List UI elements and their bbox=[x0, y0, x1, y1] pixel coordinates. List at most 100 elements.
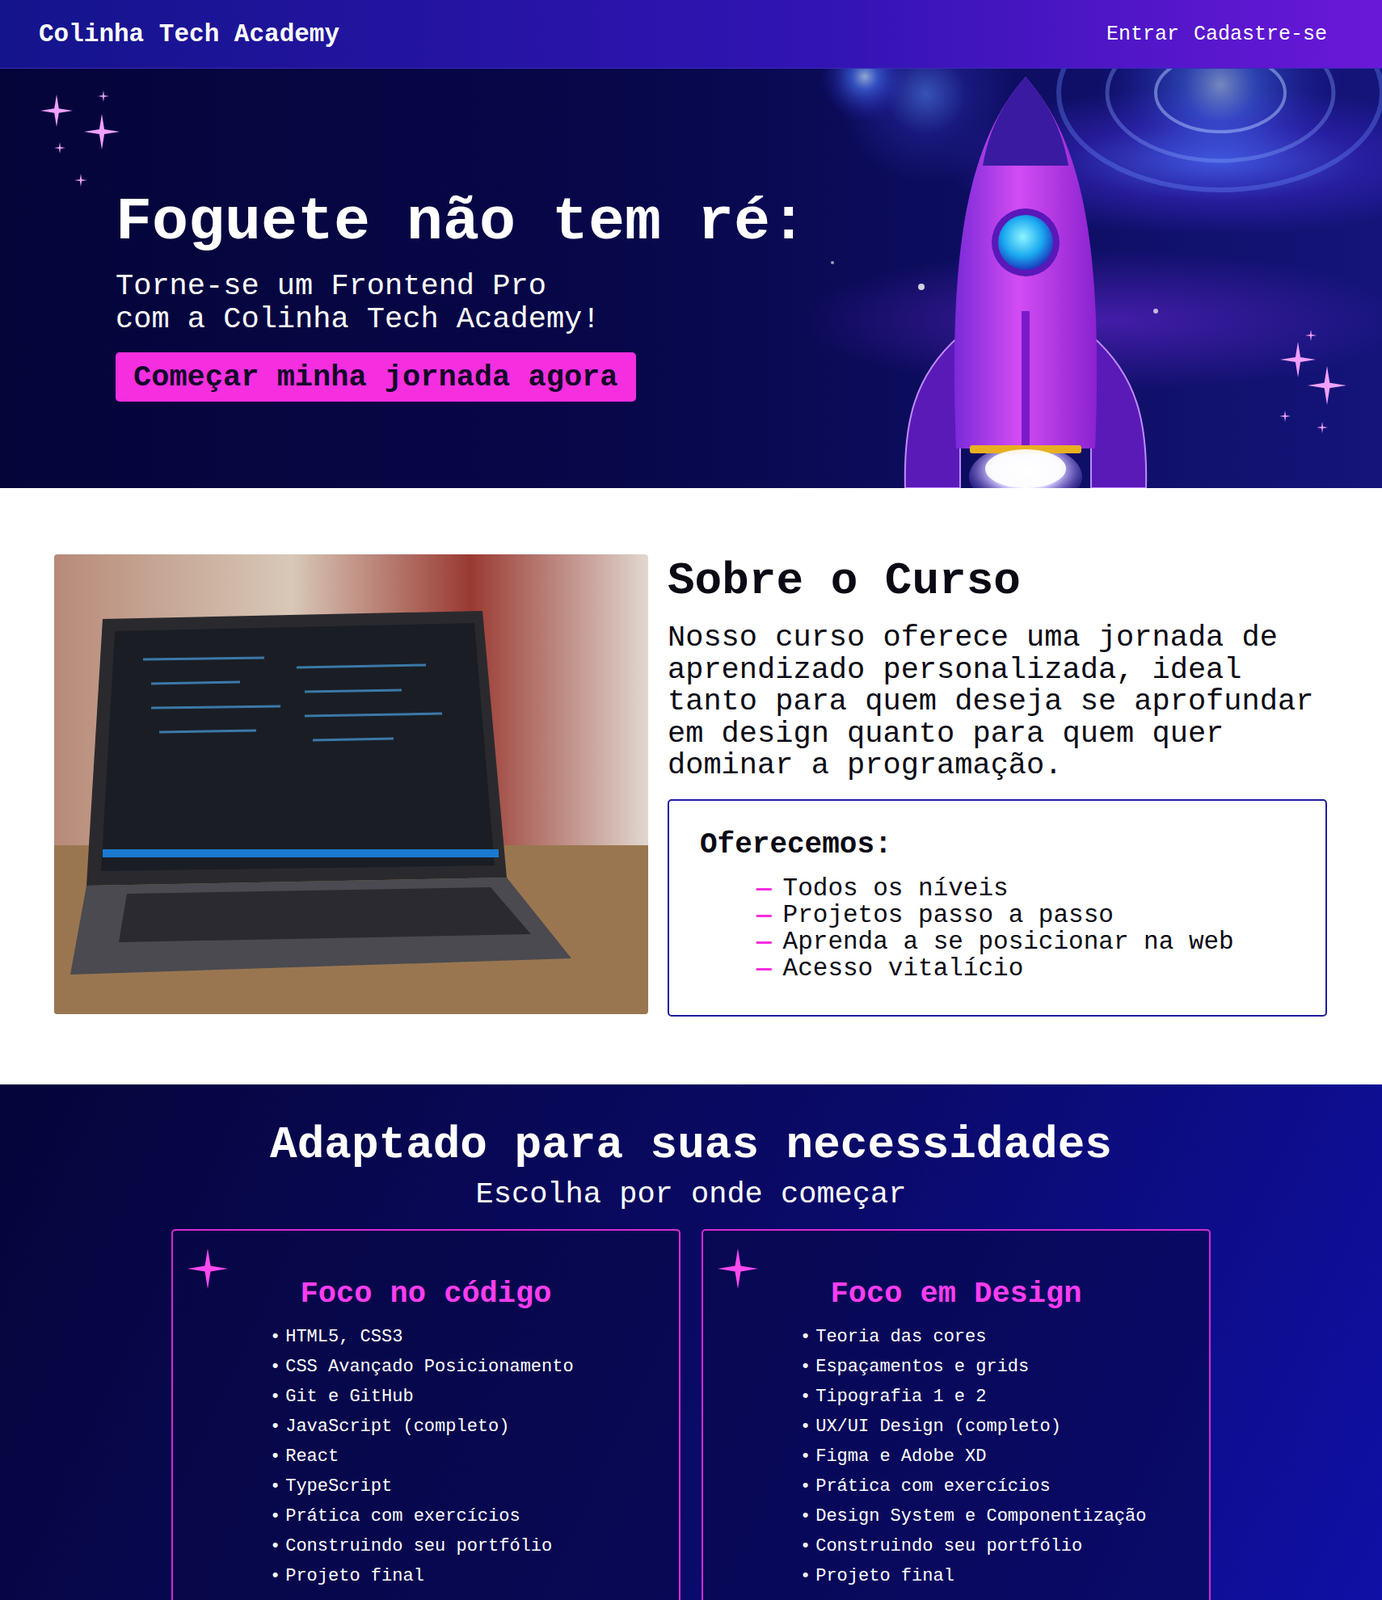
header: Colinha Tech Academy Entrar Cadastre-se bbox=[0, 0, 1382, 69]
card-item: •JavaScript (completo) bbox=[269, 1411, 666, 1442]
offer-item: —Projetos passo a passo bbox=[756, 901, 1310, 929]
track-card: Foco no código•HTML5, CSS3•CSS Avançado … bbox=[171, 1229, 681, 1600]
card-item-text: React bbox=[285, 1441, 339, 1472]
nav-link[interactable]: Cadastre-se bbox=[1193, 22, 1328, 47]
card-item: •Tipografia 1 e 2 bbox=[800, 1382, 1197, 1412]
card-item: •UX/UI Design (completo) bbox=[800, 1411, 1197, 1442]
hero-text: Foguete não tem ré: Torne-se um Frontend … bbox=[115, 189, 817, 402]
sparkle-icon bbox=[97, 90, 110, 102]
card-list: •HTML5, CSS3•CSS Avançado Posicionamento… bbox=[185, 1322, 666, 1592]
card-item: •React bbox=[269, 1441, 666, 1472]
sparkle-icon bbox=[1307, 366, 1347, 405]
card-item-text: UX/UI Design (completo) bbox=[815, 1411, 1062, 1442]
sparkle-icon bbox=[40, 94, 73, 127]
offer-text: Acesso vitalício bbox=[783, 955, 1024, 982]
card-item-text: Prática com exercícios bbox=[285, 1501, 520, 1532]
bullet-icon: • bbox=[800, 1411, 811, 1442]
card-title: Foco em Design bbox=[716, 1275, 1197, 1313]
card-item-text: JavaScript (completo) bbox=[285, 1411, 510, 1442]
card-item-text: CSS Avançado Posicionamento bbox=[285, 1352, 574, 1382]
offers-title: Oferecemos: bbox=[699, 826, 1310, 864]
hero-content: Foguete não tem ré: Torne-se um Frontend … bbox=[0, 68, 817, 489]
card-item-text: Teoria das cores bbox=[815, 1322, 986, 1353]
bullet-icon: • bbox=[800, 1441, 811, 1472]
offer-item: — Aprenda a se posicionar na web bbox=[756, 928, 1310, 956]
card-item-text: Design System e Componentização bbox=[815, 1501, 1147, 1532]
bullet-icon: • bbox=[800, 1561, 811, 1592]
card-item: •Git e GitHub bbox=[269, 1382, 666, 1412]
tracks-section: Adaptado para suas necessidades Escolha p… bbox=[0, 1084, 1382, 1600]
page: Colinha Tech Academy Entrar Cadastre-se Fog… bbox=[0, 0, 1382, 1600]
cta-button[interactable]: Começar minha jornada agora bbox=[115, 352, 637, 402]
bullet-icon: • bbox=[800, 1322, 811, 1353]
offer-text: Aprenda a se posicionar na web bbox=[783, 928, 1235, 956]
card-item: •Design System e Componentização bbox=[800, 1501, 1197, 1532]
card-item: •Projeto final bbox=[800, 1561, 1197, 1592]
card-item-text: Construindo seu portfólio bbox=[815, 1531, 1083, 1562]
card-list: •Teoria das cores•Espaçamentos e grids•T… bbox=[716, 1322, 1197, 1592]
card-item: •HTML5, CSS3 bbox=[269, 1322, 666, 1353]
sparkle-icon bbox=[1316, 421, 1328, 434]
card-item: •Prática com exercícios bbox=[800, 1471, 1197, 1502]
offer-item: — Todos os níveis bbox=[756, 875, 1310, 902]
nav-link[interactable]: Entrar bbox=[1106, 22, 1180, 47]
sparkles-icon bbox=[38, 89, 123, 195]
tracks-subtitle: Escolha por onde começar bbox=[476, 1176, 907, 1213]
sparkle-icon bbox=[1279, 410, 1291, 422]
rocket-icon bbox=[905, 76, 1147, 489]
track-cards: Foco no código•HTML5, CSS3•CSS Avançado … bbox=[171, 1229, 1211, 1600]
track-card: Foco em Design•Teoria das cores•Espaçame… bbox=[701, 1229, 1211, 1600]
rocket-illustration bbox=[816, 68, 1382, 489]
card-item: •Figma e Adobe XD bbox=[800, 1441, 1197, 1472]
subtitle-line: Torne-se um Frontend Pro bbox=[115, 269, 601, 304]
bullet-icon: • bbox=[269, 1382, 281, 1412]
sparkle-icon bbox=[84, 113, 120, 150]
bullet-icon: • bbox=[800, 1382, 811, 1412]
bullet-icon: • bbox=[269, 1471, 281, 1502]
card-title: Foco no código bbox=[185, 1275, 666, 1313]
bullet-icon: • bbox=[269, 1501, 281, 1532]
bullet-icon: • bbox=[269, 1561, 281, 1592]
dash-icon: — bbox=[756, 955, 772, 982]
bullet-icon: • bbox=[800, 1352, 811, 1382]
about-title: Sobre o Curso bbox=[667, 554, 1328, 608]
offers-box: Oferecemos: — Todos os níveis—Projetos pas… bbox=[667, 799, 1328, 1017]
offer-item: — Acesso vitalício bbox=[756, 955, 1310, 982]
bullet-icon: • bbox=[800, 1501, 811, 1532]
card-item-text: Prática com exercícios bbox=[815, 1471, 1050, 1502]
bullet-icon: • bbox=[269, 1441, 281, 1472]
tracks-title: Adaptado para suas necessidades bbox=[269, 1118, 1113, 1172]
bullet-icon: • bbox=[269, 1322, 281, 1353]
sparkle-icon bbox=[74, 173, 88, 187]
card-item: •Espaçamentos e grids bbox=[800, 1352, 1197, 1382]
card-item: •Prática com exercícios bbox=[269, 1501, 666, 1532]
about-content: Sobre o CursoNosso curso oferece uma jor… bbox=[667, 554, 1328, 1017]
nav: Entrar Cadastre-se bbox=[1106, 22, 1328, 47]
card-item: •Teoria das cores bbox=[800, 1322, 1197, 1353]
bullet-icon: • bbox=[800, 1531, 811, 1562]
hero-title: Foguete não tem ré: bbox=[115, 189, 807, 257]
logo[interactable]: Colinha Tech Academy bbox=[38, 20, 340, 49]
bullet-icon: • bbox=[269, 1531, 281, 1562]
bullet-icon: • bbox=[800, 1471, 811, 1502]
dash-icon: — bbox=[756, 928, 772, 956]
sparkle-icon bbox=[1280, 341, 1316, 378]
dash-icon: — bbox=[756, 875, 772, 902]
offer-text: Todos os níveis bbox=[783, 875, 1009, 902]
sparkle-icon bbox=[185, 1247, 230, 1291]
card-item: •Projeto final bbox=[269, 1561, 666, 1592]
about-section: Sobre o CursoNosso curso oferece uma jor… bbox=[0, 488, 1382, 1085]
bullet-icon: • bbox=[269, 1352, 281, 1382]
card-item: •TypeScript bbox=[269, 1471, 666, 1502]
sparkle-icon bbox=[54, 142, 66, 154]
card-item-text: Espaçamentos e grids bbox=[815, 1352, 1029, 1382]
hero: Foguete não tem ré: Torne-se um Frontend … bbox=[0, 68, 1382, 489]
dash-icon: — bbox=[756, 901, 772, 929]
card-item-text: TypeScript bbox=[285, 1471, 392, 1502]
card-item-text: Figma e Adobe XD bbox=[815, 1441, 986, 1472]
hero-subtitle: Torne-se um Frontend Procom a Colinha Te… bbox=[115, 269, 601, 337]
sparkle-icon bbox=[1305, 329, 1317, 342]
card-item: •Construindo seu portfólio bbox=[269, 1531, 666, 1562]
card-item-text: Tipografia 1 e 2 bbox=[815, 1382, 986, 1412]
card-item: •CSS Avançado Posicionamento bbox=[269, 1352, 666, 1382]
